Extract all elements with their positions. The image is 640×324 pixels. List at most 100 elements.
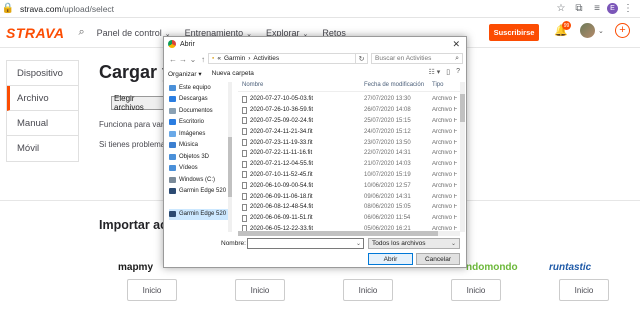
file-name: 2020-07-27-10-05-03.fit [250, 96, 314, 103]
file-row[interactable]: 2020-06-10-09-00-54.fit 10/06/2020 12:57 A… [238, 180, 460, 191]
file-row[interactable]: 2020-07-22-11-11-16.fit 22/07/2020 14:31 A… [238, 148, 460, 159]
url-text[interactable]: strava.com/upload/select [20, 4, 553, 14]
file-row[interactable]: 2020-06-08-12-48-54.fit 08/06/2020 15:05 A… [238, 202, 460, 213]
nav-pane-label: Escritorio [179, 119, 205, 126]
extension-icon[interactable]: ⧉ [571, 0, 587, 18]
file-row[interactable]: 2020-07-25-09-02-24.fit 25/07/2020 15:15 A… [238, 116, 460, 127]
nav-scrollbar[interactable] [228, 82, 232, 232]
choose-files-button[interactable]: Elegir archivos [111, 94, 165, 112]
start-button[interactable]: Inicio [559, 279, 609, 301]
folder-search-input[interactable]: Buscar en Activities ⌕ [371, 53, 463, 64]
star-icon[interactable]: ☆ [553, 0, 569, 18]
close-icon[interactable]: ✕ [452, 39, 460, 50]
add-icon[interactable]: + [615, 23, 630, 38]
file-date: 22/07/2020 14:31 [364, 150, 411, 157]
chevron-down-icon: ⌄ [450, 241, 456, 247]
chevron-down-icon[interactable]: ⌄ [598, 27, 604, 35]
preview-pane-icon[interactable]: ▯ [446, 68, 450, 76]
nav-pane-item[interactable]: Garmin Edge 520 [169, 186, 230, 198]
file-date: 24/07/2020 15:12 [364, 128, 411, 135]
file-name: 2020-07-25-09-02-24.fit [250, 117, 314, 124]
tab-file[interactable]: Archivo [7, 86, 78, 111]
file-row[interactable]: 2020-07-23-11-19-33.fit 23/07/2020 13:50 A… [238, 137, 460, 148]
nav-pane-item[interactable]: Vídeos [169, 163, 230, 175]
breadcrumb-garmin[interactable]: Garmin [224, 55, 245, 62]
cancel-button[interactable]: Cancelar [416, 253, 460, 265]
menu-icon[interactable]: ≡ [589, 0, 605, 18]
file-date: 27/07/2020 13:30 [364, 96, 411, 103]
file-row[interactable]: 2020-06-06-09-11-51.fit 06/06/2020 11:54 A… [238, 213, 460, 224]
file-type: Archivo F [432, 161, 458, 168]
profile-avatar[interactable]: E [607, 3, 618, 14]
filename-label: Nombre: [221, 240, 246, 247]
open-button[interactable]: Abrir [368, 253, 413, 265]
file-row[interactable]: 2020-06-09-11-06-18.fit 09/06/2020 14:31 A… [238, 191, 460, 202]
tab-manual[interactable]: Manual [7, 111, 78, 136]
filetype-select[interactable]: Todos los archivos ⌄ [368, 238, 460, 249]
column-type[interactable]: Tipo [432, 82, 460, 91]
file-row[interactable]: 2020-07-21-12-04-55.fit 21/07/2020 14:03 A… [238, 159, 460, 170]
mapmy-logo: mapmy [118, 262, 154, 273]
up-arrow-icon[interactable]: ↑ [198, 55, 208, 64]
nav-pane-label: Vídeos [179, 165, 198, 172]
nav-pane-item[interactable]: Red [169, 232, 230, 233]
tab-mobile[interactable]: Móvil [7, 136, 78, 161]
strava-logo[interactable]: STRAVA [6, 25, 64, 41]
column-date[interactable]: Fecha de modificación [364, 82, 432, 91]
breadcrumb[interactable]: ▪ « Garmin › Activities [208, 53, 356, 64]
scrollbar-thumb[interactable] [238, 231, 438, 236]
nav-pane-item[interactable]: Documentos [169, 105, 230, 117]
file-row[interactable]: 2020-07-27-10-05-03.fit 27/07/2020 13:30 A… [238, 94, 460, 105]
folder-icon [169, 130, 176, 137]
file-icon [242, 160, 247, 168]
start-button[interactable]: Inicio [343, 279, 393, 301]
horizontal-scrollbar[interactable] [238, 231, 460, 236]
refresh-icon[interactable]: ↻ [356, 53, 368, 64]
nav-pane-item[interactable]: Garmin Edge 520 ( [169, 208, 230, 220]
file-row[interactable]: 2020-07-10-11-52-45.fit 10/07/2020 15:19 A… [238, 170, 460, 181]
file-list-scrollbar[interactable] [460, 82, 465, 232]
info-text: Funciona para vari [99, 120, 166, 129]
help-icon[interactable]: ? [456, 68, 460, 76]
scrollbar-thumb[interactable] [228, 137, 232, 197]
organize-menu[interactable]: Organizar ▾ [168, 70, 202, 78]
folder-icon [169, 165, 176, 172]
browser-actions: ☆ ⧉ ≡ E ⋮ [553, 0, 636, 18]
user-avatar[interactable] [580, 23, 595, 38]
start-button[interactable]: Inicio [127, 279, 177, 301]
file-name-cell: 2020-07-25-09-02-24.fit [238, 117, 364, 125]
filename-input[interactable]: ⌄ [247, 238, 364, 249]
tab-device[interactable]: Dispositivo [7, 61, 78, 86]
nav-pane-item[interactable]: Escritorio [169, 117, 230, 129]
nav-pane-item[interactable]: Windows (C:) [169, 174, 230, 186]
file-row[interactable]: 2020-07-24-11-21-34.fit 24/07/2020 15:12 A… [238, 126, 460, 137]
file-name: 2020-07-10-11-52-45.fit [250, 171, 313, 178]
folder-icon [169, 153, 176, 160]
start-button[interactable]: Inicio [235, 279, 285, 301]
chevron-down-icon[interactable]: ⌄ [356, 240, 361, 247]
scrollbar-thumb[interactable] [460, 94, 465, 122]
file-date: 06/06/2020 11:54 [364, 215, 411, 222]
nav-pane-item[interactable]: Descargas [169, 94, 230, 106]
more-icon[interactable]: ⋮ [620, 0, 636, 18]
nav-dashboard[interactable]: Panel de control ⌄ [97, 28, 171, 38]
breadcrumb-activities[interactable]: Activities [253, 55, 279, 62]
chevron-down-icon[interactable]: ⌄ [188, 55, 198, 64]
nav-pane-item[interactable]: Este equipo [169, 82, 230, 94]
new-folder-button[interactable]: Nueva carpeta [212, 70, 254, 77]
lock-icon[interactable]: 🔒 [0, 0, 16, 18]
view-options-icon[interactable]: ☷ ▾ [429, 68, 441, 76]
back-arrow-icon[interactable]: ← [168, 55, 178, 64]
start-button[interactable]: Inicio [451, 279, 501, 301]
search-icon[interactable]: ⌕ [78, 26, 84, 39]
subscribe-button[interactable]: Suscribirse [489, 24, 539, 41]
nav-pane-item[interactable]: Imágenes [169, 128, 230, 140]
column-name[interactable]: Nombre [238, 82, 364, 91]
navigation-pane: Este equipo Descargas Documentos Escritorio… [169, 82, 231, 232]
forward-arrow-icon[interactable]: → [178, 55, 188, 64]
file-name-cell: 2020-07-24-11-21-34.fit [238, 128, 364, 136]
file-row[interactable]: 2020-07-26-10-36-59.fit 26/07/2020 14:08 A… [238, 105, 460, 116]
nav-pane-item[interactable]: Objetos 3D [169, 151, 230, 163]
nav-pane-item[interactable]: Música [169, 140, 230, 152]
file-date: 09/06/2020 14:31 [364, 193, 411, 200]
